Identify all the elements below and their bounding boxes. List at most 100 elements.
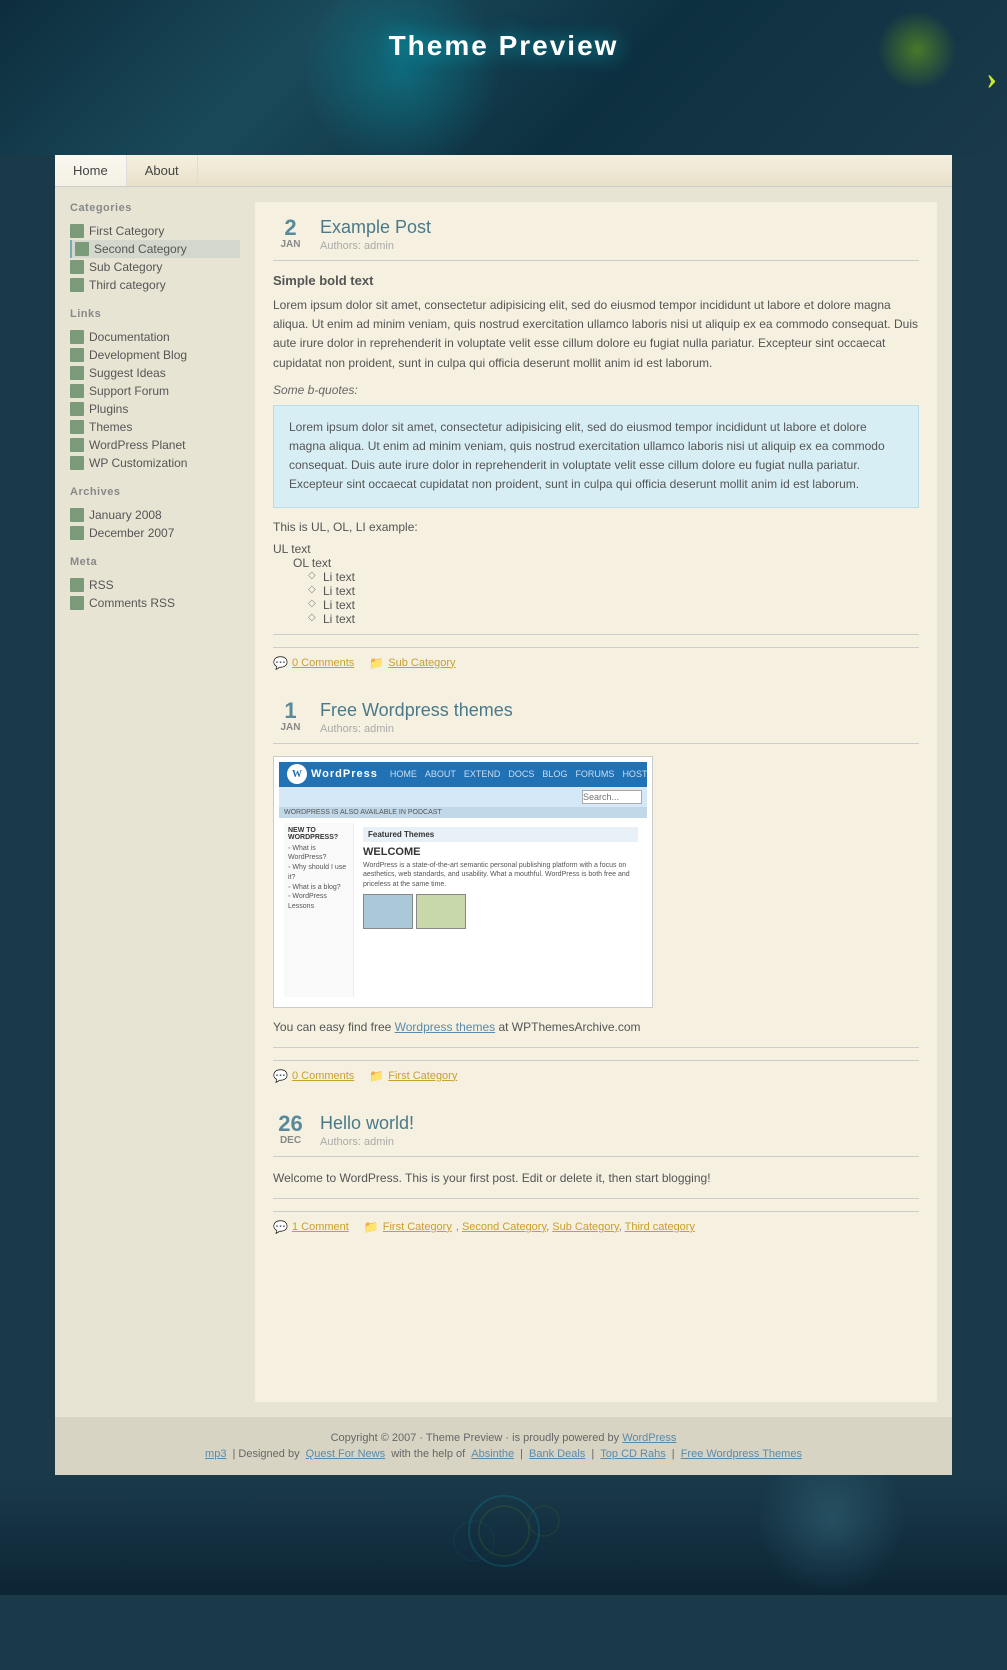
links-heading: Links: [70, 308, 240, 322]
li-item-3: Li text: [308, 598, 919, 612]
category-link-3[interactable]: Sub Category: [552, 1221, 618, 1233]
nav-about-link[interactable]: About: [127, 155, 198, 186]
sidebar-item-development-blog[interactable]: Development Blog: [70, 346, 240, 364]
sidebar-item-plugins[interactable]: Plugins: [70, 400, 240, 418]
ol-item: OL text: [293, 556, 919, 570]
list-label: This is UL, OL, LI example:: [273, 520, 919, 534]
page-icon: [70, 596, 84, 610]
post-divider: [273, 743, 919, 744]
footer-top-cd-rahs-link[interactable]: Top CD Rahs: [600, 1448, 665, 1460]
wp-new-to-wordpress: NEW TO WORDPRESS?: [288, 827, 349, 841]
sidebar-item-themes[interactable]: Themes: [70, 418, 240, 436]
post-month: JAN: [273, 722, 308, 733]
header-background: › Theme Preview: [0, 0, 1007, 155]
wp-welcome-text: WordPress is a state-of-the-art semantic…: [363, 861, 638, 890]
footer-mp3-link[interactable]: mp3: [205, 1448, 226, 1460]
sidebar-item-second-category[interactable]: Second Category: [70, 240, 240, 258]
page-icon: [70, 224, 84, 238]
comments-link[interactable]: 0 Comments: [292, 657, 354, 669]
wp-sidebar-links: ◦ What is WordPress? ◦ Why should I use …: [288, 844, 349, 913]
wp-featured-themes: Featured Themes: [363, 827, 638, 842]
post-title[interactable]: Hello world!: [320, 1113, 919, 1134]
footer-bank-deals-link[interactable]: Bank Deals: [529, 1448, 585, 1460]
category-icon: 📁: [369, 1069, 384, 1083]
wp-search-input[interactable]: [582, 790, 642, 804]
post-day: 26: [273, 1113, 308, 1135]
wp-main-small: Featured Themes WELCOME WordPress is a s…: [359, 823, 642, 997]
post-title-area: Hello world! Authors: admin: [320, 1113, 919, 1148]
sidebar-item-january-2008[interactable]: January 2008: [70, 506, 240, 524]
post-body: Welcome to WordPress. This is your first…: [273, 1169, 919, 1188]
post-header: 1 JAN Free Wordpress themes Authors: adm…: [273, 700, 919, 735]
page-icon: [75, 242, 89, 256]
bottom-decoration: [0, 1475, 1007, 1595]
wp-logo-area: W WordPress: [287, 764, 378, 784]
blockquote: Lorem ipsum dolor sit amet, consectetur …: [273, 405, 919, 508]
category-link-1[interactable]: First Category: [383, 1221, 452, 1233]
wordpress-themes-link[interactable]: Wordpress themes: [395, 1020, 495, 1034]
post-body: Lorem ipsum dolor sit amet, consectetur …: [273, 296, 919, 373]
sidebar-item-rss[interactable]: RSS: [70, 576, 240, 594]
post-category: 📁 First Category: [369, 1069, 457, 1083]
sidebar-item-support-forum[interactable]: Support Forum: [70, 382, 240, 400]
post-subtitle: Simple bold text: [273, 273, 919, 288]
wp-logo-circle: W: [287, 764, 307, 784]
sidebar-item-wp-customization[interactable]: WP Customization: [70, 454, 240, 472]
category-link-2[interactable]: Second Category: [462, 1221, 546, 1233]
post-footer: 💬 0 Comments 📁 Sub Category: [273, 647, 919, 670]
ul-list: UL text OL text Li text Li text Li text …: [273, 542, 919, 626]
page-icon: [70, 420, 84, 434]
wp-nav-home: HOME: [390, 769, 417, 779]
sidebar-item-suggest-ideas[interactable]: Suggest Ideas: [70, 364, 240, 382]
sidebar-item-december-2007[interactable]: December 2007: [70, 524, 240, 542]
archives-heading: Archives: [70, 486, 240, 500]
footer-copyright: Copyright © 2007 · Theme Preview · is pr…: [70, 1432, 937, 1444]
meta-heading: Meta: [70, 556, 240, 570]
wp-availability-bar: WORDPRESS IS ALSO AVAILABLE IN PODCAST: [279, 807, 647, 818]
post-date: 2 JAN: [273, 217, 308, 250]
nav-arrow-right-icon[interactable]: ›: [986, 59, 997, 96]
post-footer-divider: [273, 1198, 919, 1199]
wp-nav-links: HOME ABOUT EXTEND DOCS BLOG FORUMS HOSTI…: [390, 769, 647, 779]
page-icon: [70, 366, 84, 380]
comments-link[interactable]: 1 Comment: [292, 1221, 349, 1233]
ul-item: UL text: [273, 542, 919, 556]
sidebar-item-wordpress-planet[interactable]: WordPress Planet: [70, 436, 240, 454]
post-comments: 💬 0 Comments: [273, 656, 354, 670]
page-icon: [70, 508, 84, 522]
wp-search-bar: [279, 787, 647, 807]
extra-categories: , Second Category, Sub Category, Third c…: [456, 1221, 695, 1233]
category-link-4[interactable]: Third category: [625, 1221, 695, 1233]
sidebar-item-documentation[interactable]: Documentation: [70, 328, 240, 346]
post-date: 1 JAN: [273, 700, 308, 733]
sidebar-item-sub-category[interactable]: Sub Category: [70, 258, 240, 276]
comments-link[interactable]: 0 Comments: [292, 1070, 354, 1082]
category-link[interactable]: First Category: [388, 1070, 457, 1082]
nav-home-link[interactable]: Home: [55, 155, 127, 186]
sidebar: Categories First Category Second Categor…: [70, 202, 255, 612]
li-item-2: Li text: [308, 584, 919, 598]
post-title[interactable]: Example Post: [320, 217, 919, 238]
footer-quest-for-news-link[interactable]: Quest For News: [306, 1448, 385, 1460]
wp-header-bar: W WordPress HOME ABOUT EXTEND DOCS BLOG …: [279, 762, 647, 787]
site-footer: Copyright © 2007 · Theme Preview · is pr…: [55, 1417, 952, 1475]
sidebar-item-first-category[interactable]: First Category: [70, 222, 240, 240]
page-icon: [70, 402, 84, 416]
sidebar-item-third-category[interactable]: Third category: [70, 276, 240, 294]
footer-free-wp-themes-link[interactable]: Free Wordpress Themes: [681, 1448, 802, 1460]
post-comments: 💬 0 Comments: [273, 1069, 354, 1083]
bottom-deco-circles: [404, 1491, 604, 1575]
post-month: JAN: [273, 239, 308, 250]
post-title-area: Free Wordpress themes Authors: admin: [320, 700, 919, 735]
page-icon: [70, 278, 84, 292]
wp-screenshot-thumbnails: [363, 894, 638, 929]
footer-absinthe-link[interactable]: Absinthe: [471, 1448, 514, 1460]
post-hello-world: 26 DEC Hello world! Authors: admin Welco…: [273, 1113, 919, 1234]
sidebar-item-comments-rss[interactable]: Comments RSS: [70, 594, 240, 612]
wp-screenshot-inner: W WordPress HOME ABOUT EXTEND DOCS BLOG …: [279, 762, 647, 1002]
post-title[interactable]: Free Wordpress themes: [320, 700, 919, 721]
category-link[interactable]: Sub Category: [388, 657, 455, 669]
footer-wordpress-link[interactable]: WordPress: [622, 1432, 676, 1444]
page-icon: [70, 260, 84, 274]
post-footer: 💬 1 Comment 📁 First Category, Second Cat…: [273, 1211, 919, 1234]
